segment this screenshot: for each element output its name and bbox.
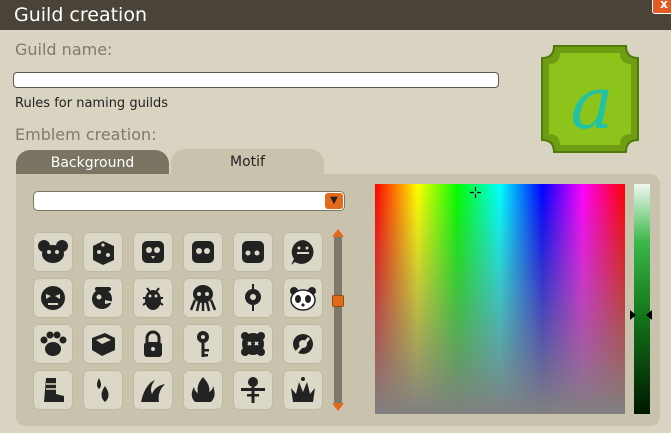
motif-cell[interactable] [133,232,173,272]
ghost-face-icon [291,240,314,265]
book-icon [92,333,115,356]
panda-icon [290,287,316,311]
motif-cell[interactable] [283,278,323,318]
motif-cell[interactable] [233,232,273,272]
motif-cell[interactable] [283,232,323,272]
motif-cell[interactable] [83,324,123,364]
gear-wrench-icon [293,334,313,355]
motif-cell[interactable] [133,278,173,318]
boot-icon [44,378,64,402]
motif-cell[interactable] [33,370,73,410]
guild-name-label: Guild name: [15,40,113,59]
emblem-creation-label: Emblem creation: [15,125,157,144]
motif-cell[interactable] [233,370,273,410]
motif-cell[interactable] [283,324,323,364]
motif-cell[interactable] [83,278,123,318]
hanging-eye-icon [245,284,261,311]
motif-cell[interactable] [283,370,323,410]
dice-icon [93,241,114,265]
motif-cell[interactable] [183,278,223,318]
motif-content: ▼ [16,174,660,426]
motif-cell[interactable] [233,278,273,318]
motif-cell[interactable] [33,232,73,272]
window-title: Guild creation [14,4,147,26]
motif-cell[interactable] [33,324,73,364]
scroll-down-arrow-icon[interactable] [332,403,344,411]
rules-link[interactable]: Rules for naming guilds [15,96,168,111]
beetle-icon [142,287,164,310]
scrollbar-thumb[interactable] [332,295,344,307]
droplets-icon [97,378,109,402]
luminance-marker-left-icon[interactable] [630,310,636,320]
motif-cell[interactable] [83,370,123,410]
motif-cell[interactable] [183,324,223,364]
title-bar: Guild creation x [0,0,671,30]
padlock-icon [144,330,162,357]
shield-icon: a [541,45,639,153]
octopus-icon [189,285,217,312]
flame-icon [191,377,215,402]
scroll-up-arrow-icon[interactable] [332,229,344,237]
motif-cell[interactable] [183,232,223,272]
paw-icon [40,331,67,356]
luminance-slider[interactable] [634,184,650,414]
cube-eyes-icon [192,241,214,263]
pirate-bird-icon [92,287,114,309]
motif-cell[interactable] [183,370,223,410]
scrollbar-track[interactable] [334,232,342,408]
flower-face-icon [241,332,265,356]
guild-name-input[interactable] [13,72,499,88]
motif-cell[interactable] [33,278,73,318]
motif-cell[interactable] [83,232,123,272]
key-icon [197,331,209,357]
owl-face-icon [142,241,164,263]
mask-face-icon [41,286,65,310]
motif-category-select[interactable]: ▼ [33,191,345,211]
emblem-preview: a [540,40,640,158]
square-face-icon [242,241,264,263]
motif-cell[interactable] [233,324,273,364]
color-spectrum-picker[interactable] [375,184,625,414]
crown-icon [291,377,315,402]
scarecrow-icon [241,377,265,403]
luminance-marker-right-icon[interactable] [646,310,652,320]
emblem-letter: a [571,61,614,145]
close-button[interactable]: x [652,0,671,14]
motif-icon-grid [33,232,329,420]
motif-cell[interactable] [133,324,173,364]
chevron-down-icon[interactable]: ▼ [325,193,343,209]
motif-cell[interactable] [133,370,173,410]
wave-icon [141,380,165,402]
koala-icon [38,240,68,263]
crosshair-icon [470,187,481,198]
